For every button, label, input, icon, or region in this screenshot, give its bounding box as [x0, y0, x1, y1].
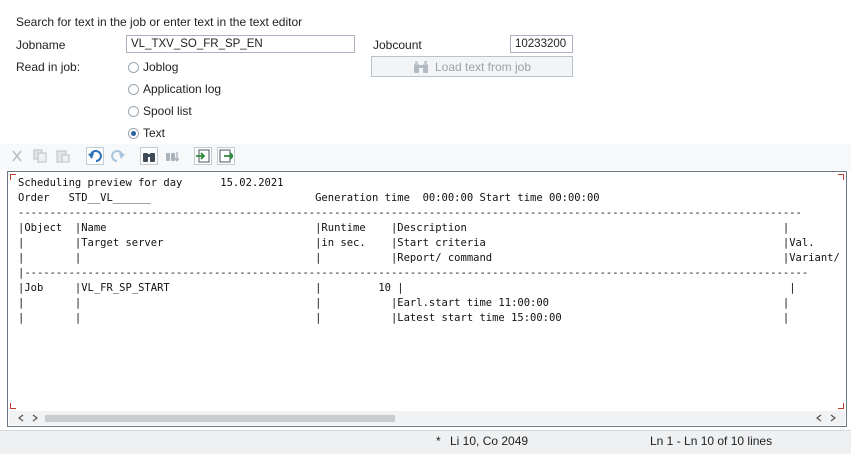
scroll-left-end-icon[interactable]: [815, 414, 823, 422]
modified-marker: *: [436, 434, 441, 448]
scroll-left-icon[interactable]: [17, 414, 25, 422]
import-icon[interactable]: [194, 147, 212, 165]
binoculars-icon: [413, 60, 428, 73]
scrollbar-thumb[interactable]: [45, 415, 395, 422]
radio-text[interactable]: Text: [128, 126, 165, 140]
scroll-right-small-icon[interactable]: [31, 414, 39, 422]
editor-line: | | | |Latest start time 15:00:00 |: [18, 312, 790, 324]
radio-application-log-indicator[interactable]: [128, 83, 139, 95]
undo-icon[interactable]: [86, 147, 104, 165]
jobname-label: Jobname: [16, 38, 66, 52]
editor-line: |Job |VL_FR_SP_START | 10 | |: [18, 282, 796, 294]
load-text-button[interactable]: Load text from job: [371, 56, 573, 77]
editor-line: |---------------------------------------…: [18, 267, 809, 279]
radio-text-indicator[interactable]: [128, 127, 139, 139]
line-range: Ln 1 - Ln 10 of 10 lines: [650, 434, 773, 448]
radio-joblog-label: Joblog: [143, 60, 179, 74]
editor-line: Scheduling preview for day 15.02.2021: [18, 177, 284, 189]
radio-spool-list-indicator[interactable]: [128, 105, 139, 117]
jobname-input[interactable]: VL_TXV_SO_FR_SP_EN: [126, 35, 355, 53]
cursor-position: Li 10, Co 2049: [450, 434, 529, 448]
editor-line: |Object |Name |Runtime |Description |: [18, 222, 790, 234]
read-in-job-label: Read in job:: [16, 60, 81, 74]
instruction-text: Search for text in the job or enter text…: [16, 15, 303, 29]
scroll-right-icon[interactable]: [829, 414, 837, 422]
horizontal-scrollbar[interactable]: [9, 411, 845, 425]
editor-toolbar: [0, 144, 851, 170]
editor-line: Order STD__VL______ Generation time 00:0…: [18, 192, 600, 204]
radio-joblog-indicator[interactable]: [128, 61, 139, 73]
radio-joblog[interactable]: Joblog: [128, 60, 178, 74]
editor-line: | | | |Earl.start time 11:00:00 |: [18, 297, 790, 309]
cut-icon[interactable]: [8, 147, 26, 165]
radio-spool-list-label: Spool list: [143, 104, 192, 118]
jobcount-input[interactable]: 10233200: [510, 35, 573, 53]
text-editor[interactable]: Scheduling preview for day 15.02.2021 Or…: [7, 171, 847, 427]
radio-text-label: Text: [143, 126, 166, 140]
editor-line: | |Target server |in sec. |Start criteri…: [18, 237, 815, 249]
redo-icon[interactable]: [109, 147, 127, 165]
load-text-button-label: Load text from job: [434, 59, 532, 74]
editor-line: ----------------------------------------…: [18, 207, 802, 219]
radio-application-log[interactable]: Application log: [128, 82, 221, 96]
find-next-icon[interactable]: [163, 147, 181, 165]
editor-text-area[interactable]: Scheduling preview for day 15.02.2021 Or…: [18, 176, 842, 408]
radio-application-log-label: Application log: [143, 82, 222, 96]
jobcount-label: Jobcount: [373, 38, 422, 52]
find-icon[interactable]: [140, 147, 158, 165]
paste-icon[interactable]: [54, 147, 72, 165]
editor-line: | | | |Report/ command |Variant/ p: [18, 252, 842, 264]
export-icon[interactable]: [217, 147, 235, 165]
copy-icon[interactable]: [31, 147, 49, 165]
radio-spool-list[interactable]: Spool list: [128, 104, 192, 118]
